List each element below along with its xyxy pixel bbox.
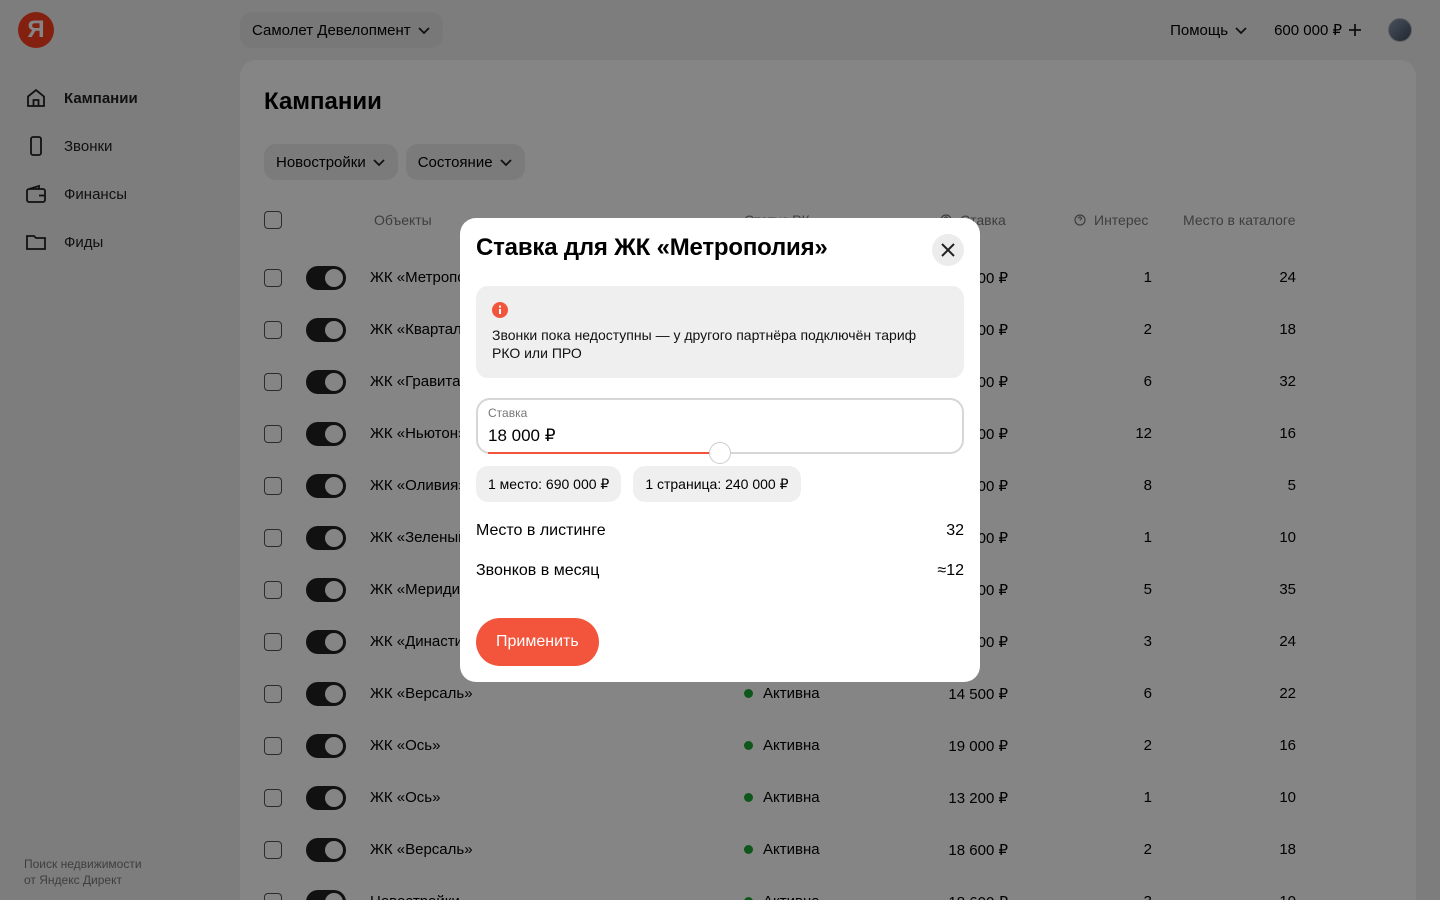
close-button[interactable] [932, 234, 964, 266]
bid-value[interactable]: 18 000 ₽ [488, 426, 556, 446]
bid-slider[interactable] [488, 442, 952, 464]
calls-value: ≈12 [937, 562, 964, 579]
warning-alert: Звонки пока недоступны — у другого партн… [476, 286, 964, 378]
apply-button[interactable]: Применить [476, 618, 599, 666]
calls-per-month-row: Звонков в месяц ≈12 [476, 562, 964, 586]
calls-label: Звонков в месяц [476, 562, 600, 579]
listing-value: 32 [946, 522, 964, 539]
alert-text: Звонки пока недоступны — у другого партн… [492, 327, 917, 361]
bid-presets: 1 место: 690 000 ₽ 1 страница: 240 000 ₽ [476, 466, 801, 502]
preset-first-page[interactable]: 1 страница: 240 000 ₽ [633, 466, 801, 502]
preset-first-place[interactable]: 1 место: 690 000 ₽ [476, 466, 622, 502]
listing-place-row: Место в листинге 32 [476, 522, 964, 546]
info-icon [492, 302, 508, 318]
close-icon [941, 243, 955, 257]
slider-thumb[interactable] [709, 442, 731, 464]
bid-modal: Ставка для ЖК «Метрополия» Звонки пока н… [460, 218, 980, 682]
bid-label: Ставка [488, 406, 528, 420]
listing-label: Место в листинге [476, 522, 606, 539]
slider-fill [488, 452, 720, 454]
modal-title: Ставка для ЖК «Метрополия» [476, 234, 828, 261]
